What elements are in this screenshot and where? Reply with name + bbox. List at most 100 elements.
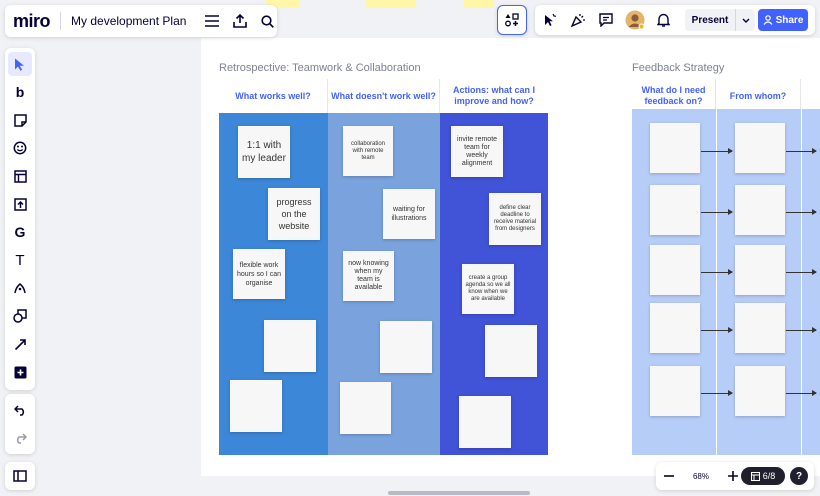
sticky-note[interactable] (735, 303, 785, 353)
undo-redo-panel (5, 394, 35, 454)
pen-tool[interactable] (8, 276, 32, 300)
sidebar-toggle-panel (5, 462, 35, 490)
board-header: miro My development Plan (5, 5, 277, 37)
sticky-note[interactable] (340, 382, 391, 434)
connector-arrow[interactable] (701, 269, 733, 275)
text-tool[interactable]: T (8, 248, 32, 272)
connection-line-tool[interactable] (8, 332, 32, 356)
left-toolbar: b G T (5, 48, 35, 390)
menu-icon[interactable] (205, 15, 220, 27)
more-apps-tool[interactable] (8, 360, 32, 384)
sticky-note[interactable]: collaboration with remote team (343, 126, 393, 176)
notifications-bell-icon[interactable] (657, 13, 670, 27)
connector-arrow[interactable] (786, 390, 817, 396)
select-tool[interactable] (8, 52, 32, 76)
sticky-note[interactable] (485, 325, 537, 377)
cursor-icon (15, 58, 24, 71)
redo-button[interactable] (8, 426, 32, 450)
sticky-note[interactable] (264, 320, 316, 372)
connector-arrow[interactable] (786, 209, 817, 215)
frames-count: 6/8 (762, 471, 776, 481)
connector-arrow[interactable] (701, 209, 733, 215)
board-title[interactable]: My development Plan (71, 14, 186, 28)
feedback-col-heading-whom: From whom? (716, 79, 801, 113)
frames-icon (750, 471, 760, 481)
retro-frame-title[interactable]: Retrospective: Teamwork & Collaboration (219, 62, 421, 74)
templates-icon: b (15, 84, 25, 100)
sticky-note[interactable] (650, 303, 700, 353)
sticky-note[interactable]: waiting for illustrations (383, 189, 435, 239)
connector-arrow[interactable] (701, 327, 733, 333)
upload-icon[interactable] (233, 14, 248, 28)
sticky-note[interactable] (650, 245, 700, 295)
sticky-note[interactable] (735, 245, 785, 295)
sticky-note[interactable]: now knowing when my team is available (343, 251, 394, 301)
sticky-note[interactable]: define clear deadline to receive materia… (489, 193, 541, 245)
sticky-note-tool[interactable] (8, 108, 32, 132)
sticky-note-offscreen[interactable] (366, 0, 416, 8)
present-dropdown-button[interactable] (735, 9, 755, 31)
undo-button[interactable] (8, 398, 32, 422)
upload-tool[interactable] (8, 192, 32, 216)
sticky-note-icon (13, 113, 27, 127)
search-icon[interactable] (261, 14, 275, 28)
sticky-note[interactable] (650, 185, 700, 235)
retro-col-heading-doesnt: What doesn't work well? (328, 79, 440, 113)
plus-icon (728, 471, 738, 481)
stickers-tool[interactable] (8, 136, 32, 160)
text-icon: T (15, 251, 25, 269)
connector-arrow[interactable] (786, 148, 817, 154)
sticky-note[interactable]: flexible work hours so I can organise (233, 249, 285, 299)
sticky-note[interactable] (735, 366, 785, 416)
sticker-icon (13, 141, 27, 155)
sticky-note-offscreen[interactable] (464, 0, 494, 8)
connector-arrow[interactable] (701, 148, 733, 154)
board-canvas[interactable]: Retrospective: Teamwork & Collaboration … (0, 0, 820, 496)
column-divider (801, 109, 802, 455)
avatar[interactable] (625, 10, 645, 30)
sticky-note[interactable] (735, 185, 785, 235)
sticky-note[interactable] (380, 321, 432, 373)
templates-tool[interactable]: b (8, 80, 32, 104)
upload-icon (13, 197, 27, 211)
zoom-level[interactable]: 68% (682, 472, 720, 481)
share-button[interactable]: Share (758, 9, 808, 31)
feedback-frame-title[interactable]: Feedback Strategy (632, 62, 724, 74)
arrow-icon (14, 338, 26, 350)
help-button[interactable]: ? (790, 467, 808, 485)
sticky-note[interactable]: 1:1 with my leader (238, 126, 290, 178)
sidebar-toggle-button[interactable] (8, 464, 32, 488)
pen-icon (14, 283, 26, 294)
shapes-icon (13, 309, 27, 323)
sticky-note[interactable] (650, 123, 700, 173)
timer-cursor-icon[interactable] (543, 13, 557, 27)
frames-tool[interactable] (8, 164, 32, 188)
google-drive-tool[interactable]: G (8, 220, 32, 244)
sticky-note[interactable] (230, 380, 282, 432)
plus-icon (14, 366, 26, 378)
connector-arrow[interactable] (786, 269, 817, 275)
google-icon: G (14, 224, 26, 240)
miro-logo[interactable]: miro (13, 11, 51, 32)
sticky-note[interactable]: progress on the website (268, 188, 320, 240)
chevron-down-icon (742, 18, 749, 23)
reactions-button[interactable] (497, 5, 527, 35)
connector-arrow[interactable] (701, 390, 733, 396)
zoom-panel: 68% 6/8 ? (656, 462, 814, 490)
sticky-note[interactable]: invite remote team for weekly alignment (451, 126, 503, 177)
sticky-note[interactable] (735, 123, 785, 173)
frames-navigator-button[interactable]: 6/8 (741, 467, 785, 485)
connector-arrow[interactable] (786, 327, 817, 333)
comment-icon[interactable] (599, 13, 613, 27)
horizontal-scrollbar[interactable] (388, 491, 530, 495)
redo-icon (16, 432, 27, 444)
user-icon (763, 15, 773, 25)
sticky-note[interactable] (459, 396, 511, 448)
celebrate-icon[interactable] (571, 13, 586, 27)
sticky-note[interactable]: create a group agenda so we all know whe… (462, 264, 514, 314)
present-button[interactable]: Present (685, 9, 735, 31)
shapes-tool[interactable] (8, 304, 32, 328)
sticky-note[interactable] (650, 366, 700, 416)
retro-col-heading-actions: Actions: what can I improve and how? (440, 79, 548, 113)
zoom-out-button[interactable] (656, 464, 682, 488)
